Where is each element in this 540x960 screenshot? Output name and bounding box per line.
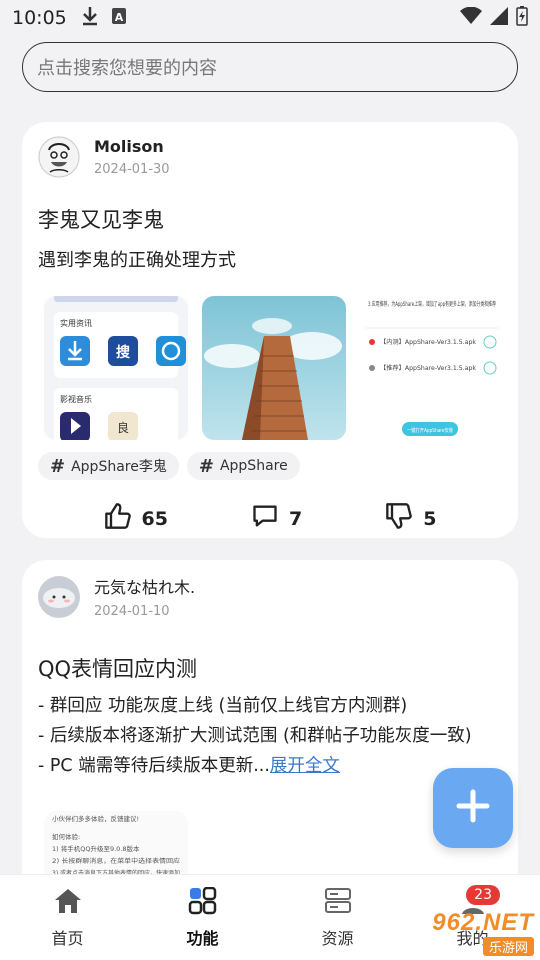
font-icon: A	[111, 7, 127, 30]
post-body-line: - 后续版本将逐渐扩大测试范围 (和群帖子功能灰度一致)	[38, 726, 472, 746]
nav-label: 功能	[186, 928, 219, 948]
like-button[interactable]: 65	[104, 502, 168, 535]
dislike-count: 5	[423, 507, 437, 530]
hash-icon: #	[50, 455, 66, 477]
post-card[interactable]: Molison 2024-01-30 李鬼又见李鬼 遇到李鬼的正确处理方式 实用…	[22, 122, 518, 538]
nav-label: 首页	[51, 928, 84, 948]
thumb-text: 小伙伴们多多体验，反馈建议!	[52, 814, 139, 823]
post-image-1[interactable]: 实用资讯 搜 影视音乐 良	[44, 296, 188, 440]
tag-label: AppShare李鬼	[71, 459, 167, 475]
nav-item-features[interactable]: 功能	[135, 875, 270, 960]
svg-text:良: 良	[117, 420, 129, 435]
post-title: QQ表情回应内测	[38, 657, 198, 681]
thumb-text: 2) 长按群聊消息，在菜单中选择表情回应	[52, 857, 180, 865]
comment-button[interactable]: 7	[251, 502, 302, 535]
server-icon	[323, 887, 353, 919]
notification-badge: 23	[466, 885, 500, 905]
status-time: 10:05	[12, 7, 67, 29]
signal-icon	[490, 6, 508, 30]
thumb-text: 1) 将手机QQ升级至9.0.8版本	[52, 844, 140, 853]
comment-count: 7	[288, 507, 303, 530]
tag-appshare[interactable]: # AppShare	[186, 452, 300, 480]
thumb-text: 【推荐】AppShare-Ver3.1.5.apk	[380, 364, 477, 372]
svg-text:A: A	[115, 11, 124, 24]
home-icon	[53, 887, 83, 919]
post-body: - 群回应 功能灰度上线 (当前仅上线官方内测群) - 后续版本将逐渐扩大测试范…	[22, 691, 518, 781]
search-placeholder: 点击搜索您想要的内容	[37, 58, 217, 79]
nav-item-home[interactable]: 首页	[0, 875, 135, 960]
avatar[interactable]	[38, 136, 80, 178]
watermark-bottom: 乐游网	[482, 936, 534, 956]
username[interactable]: Molison	[94, 137, 170, 156]
create-post-button[interactable]	[433, 768, 513, 848]
download-icon	[81, 6, 99, 31]
nav-item-resources[interactable]: 资源	[270, 875, 405, 960]
svg-text:搜: 搜	[116, 344, 131, 361]
post-title: 李鬼又见李鬼	[38, 208, 164, 232]
comment-icon	[251, 502, 279, 535]
post-body-line: - 群回应 功能灰度上线 (当前仅上线官方内测群)	[38, 696, 408, 716]
tag-appshare-ligui[interactable]: # AppShare李鬼	[38, 452, 179, 480]
thumb-text: 影视音乐	[60, 394, 92, 404]
thumbs-up-icon	[104, 502, 132, 535]
thumb-text: 3.应用推荐，为AppShare上架，增加了app有更多上架，添加分类和推荐	[368, 300, 496, 308]
grid-icon	[188, 886, 218, 919]
post-image-2[interactable]	[202, 296, 346, 440]
thumbs-down-icon	[385, 502, 413, 535]
post-date: 2024-01-30	[94, 162, 170, 177]
post-subtitle: 遇到李鬼的正确处理方式	[38, 250, 236, 271]
plus-icon	[456, 789, 490, 827]
search-input[interactable]: 点击搜索您想要的内容	[22, 42, 518, 92]
dislike-button[interactable]: 5	[385, 502, 436, 535]
post-image-3[interactable]: 3.应用推荐，为AppShare上架，增加了app有更多上架，添加分类和推荐 【…	[360, 296, 504, 440]
watermark-top: 962.NET	[432, 908, 534, 936]
nav-label: 资源	[321, 928, 354, 948]
expand-full-text-link[interactable]: 展开全文	[270, 756, 340, 776]
wifi-icon	[460, 6, 482, 30]
post-body-line: - PC 端需等待后续版本更新...	[38, 756, 270, 776]
status-bar: 10:05 A	[0, 0, 540, 36]
thumb-text: 如何体验:	[52, 832, 80, 841]
watermark-logo: 962.NET 乐游网	[402, 908, 534, 956]
thumb-text: 实用资讯	[60, 318, 92, 328]
hash-icon: #	[198, 455, 214, 477]
post-date: 2024-01-10	[94, 604, 170, 619]
battery-charging-icon	[516, 5, 528, 31]
avatar[interactable]	[38, 575, 80, 618]
tag-label: AppShare	[219, 458, 288, 474]
thumb-text: 一键打开AppShare安装	[407, 427, 453, 434]
like-count: 65	[141, 507, 168, 530]
username[interactable]: 元気な枯れ木.	[94, 574, 195, 598]
thumb-text: 【内测】AppShare-Ver3.1.5.apk	[380, 338, 477, 346]
